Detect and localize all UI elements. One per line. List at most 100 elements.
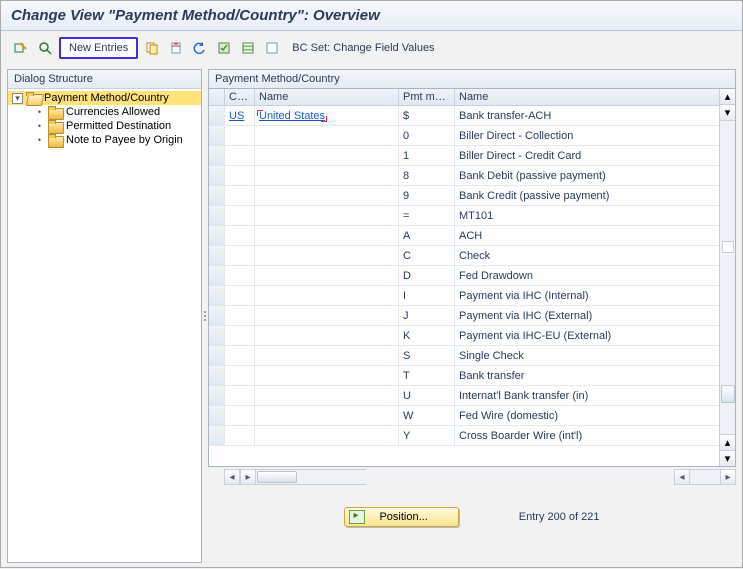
hscroll-track-left[interactable] [256,469,366,485]
table-row[interactable]: WFed Wire (domestic) [209,406,735,426]
table-row[interactable]: =MT101 [209,206,735,226]
table-row[interactable]: 8Bank Debit (passive payment) [209,166,735,186]
cell-payment-method[interactable]: = [399,206,455,225]
table-row[interactable]: KPayment via IHC-EU (External) [209,326,735,346]
cell-country[interactable] [225,306,255,325]
table-row[interactable]: UInternat'l Bank transfer (in) [209,386,735,406]
row-selector[interactable] [209,106,225,125]
tree-node-payment-method-country[interactable]: ▾ Payment Method/Country [8,91,201,105]
table-row[interactable]: IPayment via IHC (Internal) [209,286,735,306]
cell-country[interactable] [225,406,255,425]
cell-country-name[interactable] [255,386,399,405]
cell-country[interactable] [225,426,255,445]
cell-country[interactable] [225,266,255,285]
cell-payment-method[interactable]: 9 [399,186,455,205]
cell-country[interactable] [225,286,255,305]
cell-description[interactable]: Bank transfer [455,366,735,385]
row-selector[interactable] [209,166,225,185]
row-selector[interactable] [209,286,225,305]
cell-payment-method[interactable]: A [399,226,455,245]
table-row[interactable]: JPayment via IHC (External) [209,306,735,326]
table-row[interactable]: 0Biller Direct - Collection [209,126,735,146]
cell-payment-method[interactable]: C [399,246,455,265]
collapse-icon[interactable]: ▾ [12,93,23,104]
cell-description[interactable]: Fed Drawdown [455,266,735,285]
cell-country[interactable] [225,246,255,265]
cell-payment-method[interactable]: U [399,386,455,405]
table-row[interactable]: USUnited States$Bank transfer-ACH [209,106,735,126]
scroll-track[interactable] [720,121,735,434]
hscroll-right-icon[interactable]: ▸ [240,469,256,485]
copy-as-icon[interactable] [142,38,162,58]
row-selector[interactable] [209,346,225,365]
cell-country-name[interactable] [255,206,399,225]
cell-payment-method[interactable]: D [399,266,455,285]
tree-node-currencies-allowed[interactable]: • Currencies Allowed [8,105,201,119]
cell-payment-method[interactable]: Y [399,426,455,445]
cell-payment-method[interactable]: K [399,326,455,345]
cell-country-name[interactable] [255,246,399,265]
cell-payment-method[interactable]: T [399,366,455,385]
cell-country-name[interactable] [255,266,399,285]
cell-country[interactable] [225,326,255,345]
cell-country[interactable] [225,166,255,185]
cell-description[interactable]: Bank Credit (passive payment) [455,186,735,205]
cell-country-name[interactable] [255,186,399,205]
cell-payment-method[interactable]: J [399,306,455,325]
row-selector[interactable] [209,146,225,165]
scroll-thumb[interactable] [721,385,735,403]
row-selector[interactable] [209,226,225,245]
hscroll-thumb[interactable] [257,471,297,483]
cell-country[interactable]: US [225,106,255,125]
row-selector[interactable] [209,426,225,445]
table-row[interactable]: 1Biller Direct - Credit Card [209,146,735,166]
undo-icon[interactable] [190,38,210,58]
row-selector[interactable] [209,386,225,405]
row-selector[interactable] [209,306,225,325]
tree-node-note-to-payee[interactable]: • Note to Payee by Origin [8,133,201,147]
cell-payment-method[interactable]: 0 [399,126,455,145]
cell-country-name[interactable] [255,306,399,325]
row-selector[interactable] [209,246,225,265]
cell-description[interactable]: Internat'l Bank transfer (in) [455,386,735,405]
cell-description[interactable]: ACH [455,226,735,245]
row-selector[interactable] [209,366,225,385]
hscroll-right2-icon[interactable]: ▸ [720,469,736,485]
deselect-all-icon[interactable] [262,38,282,58]
cell-description[interactable]: Bank transfer-ACH [455,106,735,125]
cell-description[interactable]: Check [455,246,735,265]
cell-country-name[interactable] [255,346,399,365]
bc-set-label[interactable]: BC Set: Change Field Values [292,42,434,54]
cell-payment-method[interactable]: 8 [399,166,455,185]
hscroll-left2-icon[interactable]: ◂ [674,469,690,485]
cell-country[interactable] [225,146,255,165]
cell-payment-method[interactable]: $ [399,106,455,125]
new-entries-button[interactable]: New Entries [59,37,138,59]
cell-payment-method[interactable]: I [399,286,455,305]
cell-payment-method[interactable]: S [399,346,455,365]
row-selector[interactable] [209,126,225,145]
cell-payment-method[interactable]: 1 [399,146,455,165]
cell-country[interactable] [225,206,255,225]
row-selector[interactable] [209,186,225,205]
table-row[interactable]: DFed Drawdown [209,266,735,286]
cell-description[interactable]: Biller Direct - Credit Card [455,146,735,165]
cell-description[interactable]: Bank Debit (passive payment) [455,166,735,185]
col-description[interactable]: Name [455,89,735,105]
cell-description[interactable]: Payment via IHC (External) [455,306,735,325]
toggle-display-change-icon[interactable] [11,38,31,58]
row-selector[interactable] [209,206,225,225]
cell-country[interactable] [225,366,255,385]
table-row[interactable]: AACH [209,226,735,246]
cell-description[interactable]: Cross Boarder Wire (int'l) [455,426,735,445]
table-row[interactable]: SSingle Check [209,346,735,366]
cell-country-name[interactable] [255,166,399,185]
cell-description[interactable]: Fed Wire (domestic) [455,406,735,425]
table-row[interactable]: 9Bank Credit (passive payment) [209,186,735,206]
tree-node-permitted-destination[interactable]: • Permitted Destination [8,119,201,133]
vertical-scrollbar[interactable]: ▴ ▾ ▴ ▾ [719,89,735,466]
cell-country-name[interactable] [255,426,399,445]
cell-country-name[interactable] [255,326,399,345]
cell-description[interactable]: Payment via IHC (Internal) [455,286,735,305]
select-block-icon[interactable] [238,38,258,58]
